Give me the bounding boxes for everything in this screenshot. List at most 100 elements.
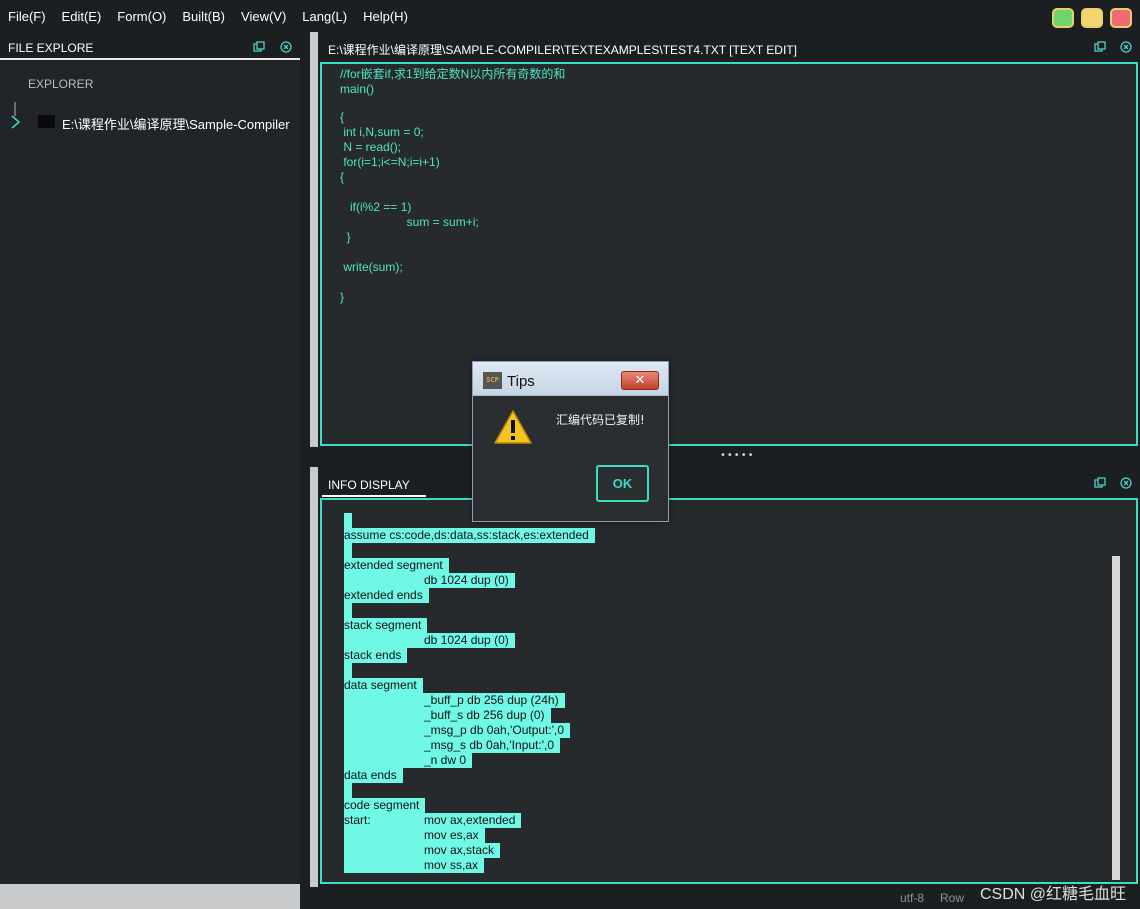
asm-label: data ends	[344, 768, 397, 782]
asm-label: stack segment	[344, 618, 422, 632]
explorer-section-label: EXPLORER	[28, 77, 94, 91]
asm-line[interactable]: mov ss,ax	[344, 858, 484, 873]
warning-icon	[493, 409, 533, 445]
asm-label: stack ends	[344, 648, 402, 662]
close-panel-icon[interactable]	[280, 41, 292, 53]
code-line[interactable]: }	[340, 230, 351, 244]
asm-code: _n dw 0	[424, 753, 467, 767]
asm-line[interactable]: _buff_s db 256 dup (0)	[344, 708, 551, 723]
ok-button[interactable]: OK	[596, 465, 649, 502]
menu-form[interactable]: Form(O)	[109, 9, 174, 24]
menu-lang[interactable]: Lang(L)	[294, 9, 355, 24]
float-panel-icon[interactable]	[1094, 41, 1106, 53]
file-explorer-panel: FILE EXPLORE EXPLORER E:\课程作业\编译原理\Sampl…	[0, 32, 300, 884]
asm-code: _msg_s db 0ah,'Input:',0	[424, 738, 555, 752]
float-panel-icon[interactable]	[253, 41, 265, 53]
scrollbar-thumb[interactable]	[1112, 556, 1120, 880]
asm-line[interactable]: db 1024 dup (0)	[344, 573, 515, 588]
menu-built[interactable]: Built(B)	[174, 9, 233, 24]
vertical-scrollbar[interactable]	[1112, 508, 1120, 880]
maximize-button[interactable]	[1052, 8, 1074, 28]
watermark: CSDN @红糖毛血旺	[979, 886, 1126, 903]
asm-line[interactable]: _n dw 0	[344, 753, 472, 768]
code-line[interactable]: if(i%2 == 1)	[340, 200, 411, 214]
code-line[interactable]: int i,N,sum = 0;	[340, 125, 423, 139]
bottom-left-area	[0, 884, 300, 909]
info-display-panel: INFO DISPLAY assume cs:code,ds:data,ss:s…	[318, 467, 1140, 887]
text-editor-panel: E:\课程作业\编译原理\SAMPLE-COMPILER\TEXTEXAMPLE…	[318, 32, 1140, 462]
asm-code: _buff_s db 256 dup (0)	[424, 708, 545, 722]
chevron-right-icon[interactable]	[10, 112, 22, 137]
asm-line[interactable]: assume cs:code,ds:data,ss:stack,es:exten…	[344, 528, 595, 543]
code-line[interactable]: sum = sum+i;	[340, 215, 479, 229]
asm-code: mov ss,ax	[424, 858, 479, 872]
asm-line[interactable]: mov ax,stack	[344, 843, 500, 858]
info-display-title[interactable]: INFO DISPLAY	[328, 478, 410, 492]
code-editor[interactable]: //for嵌套if,求1到给定数N以内所有奇数的和 main() { int i,N…	[320, 62, 1138, 446]
menu-edit[interactable]: Edit(E)	[54, 9, 110, 24]
folder-icon	[38, 115, 55, 128]
asm-code: _buff_p db 256 dup (24h)	[424, 693, 559, 707]
info-display-header: INFO DISPLAY	[318, 467, 1140, 497]
tree-item-label: E:\课程作业\编译原理\Sample-Compiler	[62, 117, 290, 132]
asm-line[interactable]	[344, 783, 352, 798]
asm-line[interactable]	[344, 663, 352, 678]
asm-label: code segment	[344, 798, 420, 812]
asm-line[interactable]: stack ends	[344, 648, 407, 663]
cursor-position-status: Row	[940, 891, 965, 905]
asm-code: mov es,ax	[424, 828, 479, 842]
menu-help[interactable]: Help(H)	[355, 9, 416, 24]
dialog-body: 汇编代码已复制! OK	[481, 397, 661, 515]
asm-code: _msg_p db 0ah,'Output:',0	[424, 723, 565, 737]
tree-item-root[interactable]: E:\课程作业\编译原理\Sample-Compiler	[10, 112, 300, 132]
window-controls	[1052, 8, 1132, 28]
asm-code: db 1024 dup (0)	[424, 633, 509, 647]
asm-code: db 1024 dup (0)	[424, 573, 509, 587]
code-line[interactable]: write(sum);	[340, 260, 402, 274]
code-line[interactable]: main()	[340, 82, 374, 96]
asm-line[interactable]: extended ends	[344, 588, 429, 603]
asm-line[interactable]: code segment	[344, 798, 425, 813]
asm-line[interactable]: _buff_p db 256 dup (24h)	[344, 693, 565, 708]
asm-line[interactable]: mov es,ax	[344, 828, 485, 843]
code-line[interactable]: N = read();	[340, 140, 401, 154]
editor-header: E:\课程作业\编译原理\SAMPLE-COMPILER\TEXTEXAMPLE…	[318, 32, 1140, 60]
asm-line[interactable]: data ends	[344, 768, 403, 783]
asm-code: mov ax,extended	[424, 813, 516, 827]
asm-line[interactable]: stack segment	[344, 618, 427, 633]
asm-line[interactable]: _msg_p db 0ah,'Output:',0	[344, 723, 570, 738]
encoding-status[interactable]: utf-8	[900, 891, 924, 905]
assembly-output[interactable]: assume cs:code,ds:data,ss:stack,es:exten…	[320, 498, 1138, 884]
asm-line[interactable]: _msg_s db 0ah,'Input:',0	[344, 738, 560, 753]
asm-line[interactable]	[344, 543, 352, 558]
dialog-message: 汇编代码已复制!	[556, 413, 645, 427]
dialog-title: Tips	[507, 373, 535, 390]
code-line[interactable]: //for嵌套if,求1到给定数N以内所有奇数的和	[340, 67, 565, 81]
asm-label: start:	[344, 813, 371, 827]
editor-title: E:\课程作业\编译原理\SAMPLE-COMPILER\TEXTEXAMPLE…	[328, 43, 797, 57]
close-panel-icon[interactable]	[1120, 41, 1132, 53]
dialog-titlebar[interactable]: SCP Tips ✕	[473, 362, 668, 396]
asm-line[interactable]: start: mov ax,extended	[344, 813, 521, 828]
dialog-close-button[interactable]: ✕	[621, 371, 659, 390]
asm-line[interactable]	[344, 603, 352, 618]
menu-file[interactable]: File(F)	[0, 9, 54, 24]
minimize-button[interactable]	[1081, 8, 1103, 28]
asm-line[interactable]: db 1024 dup (0)	[344, 633, 515, 648]
close-panel-icon[interactable]	[1120, 477, 1132, 489]
code-line[interactable]: for(i=1;i<=N;i=i+1)	[340, 155, 439, 169]
asm-label: assume cs:code,ds:data,ss:stack,es:exten…	[344, 528, 589, 542]
code-line[interactable]: {	[340, 110, 344, 124]
menu-view[interactable]: View(V)	[233, 9, 294, 24]
asm-label: data segment	[344, 678, 417, 692]
file-explorer-title: FILE EXPLORE	[8, 41, 94, 55]
code-line[interactable]: {	[340, 170, 344, 184]
code-line[interactable]: }	[340, 290, 344, 304]
asm-line[interactable]	[344, 513, 352, 528]
vertical-splitter[interactable]	[300, 32, 310, 909]
asm-line[interactable]: extended segment	[344, 558, 449, 573]
splitter-grip-icon[interactable]: •••••	[720, 450, 755, 461]
asm-line[interactable]: data segment	[344, 678, 423, 693]
close-window-button[interactable]	[1110, 8, 1132, 28]
float-panel-icon[interactable]	[1094, 477, 1106, 489]
